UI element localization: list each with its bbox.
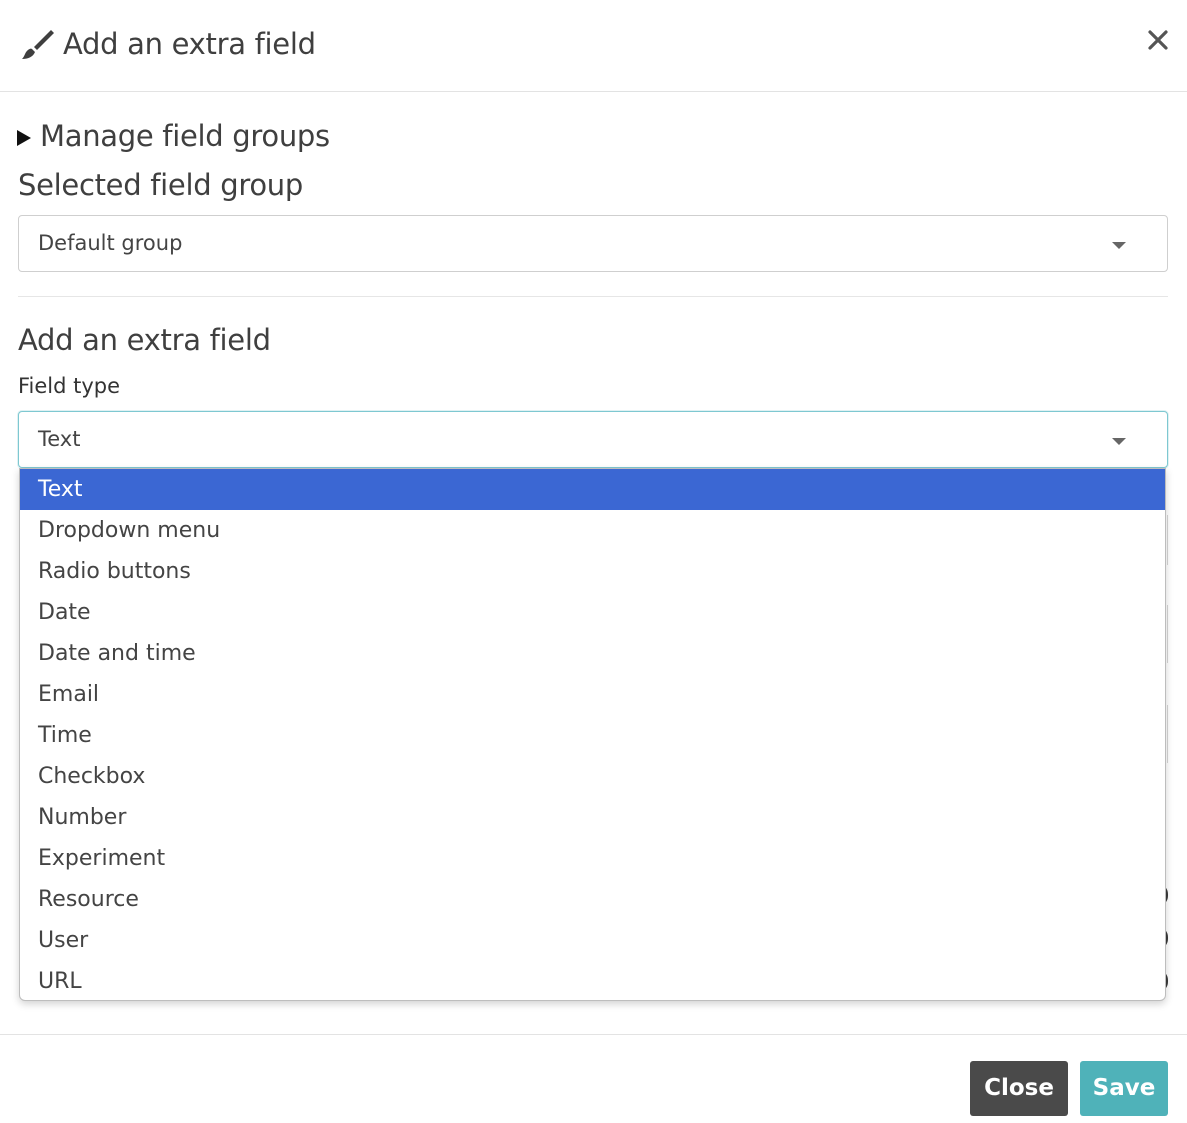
modal-footer: Close Save <box>0 1034 1187 1123</box>
add-extra-field-heading: Add an extra field <box>18 323 271 357</box>
chevron-down-icon <box>1112 242 1126 249</box>
option-text[interactable]: Text <box>20 469 1165 510</box>
option-resource[interactable]: Resource <box>20 879 1165 920</box>
option-radio-buttons[interactable]: Radio buttons <box>20 551 1165 592</box>
modal-header: Add an extra field <box>0 0 1187 92</box>
add-extra-field-modal: Add an extra field Manage field groups S… <box>0 0 1187 1123</box>
option-url[interactable]: URL <box>20 961 1165 1000</box>
option-checkbox[interactable]: Checkbox <box>20 756 1165 797</box>
option-date-and-time[interactable]: Date and time <box>20 633 1165 674</box>
close-button[interactable]: Close <box>970 1061 1068 1116</box>
pencil-brush-icon <box>22 30 54 59</box>
field-group-select[interactable]: Default group <box>18 215 1168 272</box>
option-experiment[interactable]: Experiment <box>20 838 1165 879</box>
option-time[interactable]: Time <box>20 715 1165 756</box>
option-number[interactable]: Number <box>20 797 1165 838</box>
option-user[interactable]: User <box>20 920 1165 961</box>
triangle-right-icon <box>17 130 31 146</box>
option-dropdown-menu[interactable]: Dropdown menu <box>20 510 1165 551</box>
chevron-down-icon <box>1112 438 1126 445</box>
modal-title: Add an extra field <box>63 27 316 61</box>
close-icon[interactable] <box>1144 26 1172 54</box>
field-type-select-value: Text <box>38 427 81 451</box>
section-divider <box>18 296 1168 297</box>
field-type-options-list: Text Dropdown menu Radio buttons Date Da… <box>19 468 1166 1001</box>
field-group-select-value: Default group <box>38 231 183 255</box>
option-date[interactable]: Date <box>20 592 1165 633</box>
manage-field-groups-label: Manage field groups <box>40 119 330 153</box>
field-type-label: Field type <box>18 374 121 398</box>
selected-field-group-title: Selected field group <box>18 168 303 202</box>
field-type-select[interactable]: Text <box>18 411 1168 468</box>
save-button[interactable]: Save <box>1080 1061 1168 1116</box>
option-email[interactable]: Email <box>20 674 1165 715</box>
